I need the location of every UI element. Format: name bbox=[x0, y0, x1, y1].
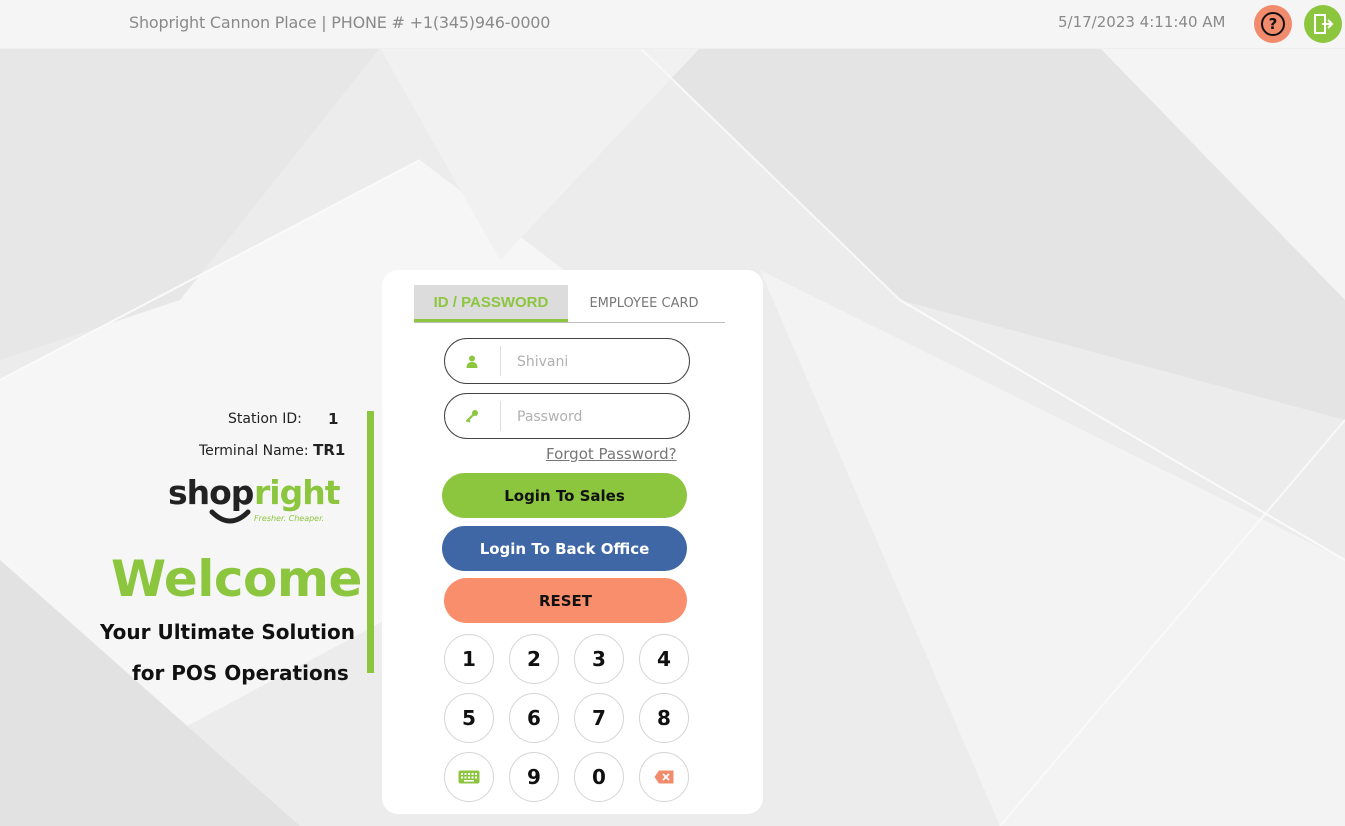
login-to-back-office-button[interactable]: Login To Back Office bbox=[442, 526, 687, 571]
logo-text-right: right bbox=[254, 473, 341, 512]
keypad-key-5[interactable]: 5 bbox=[444, 693, 494, 743]
username-input[interactable] bbox=[515, 349, 679, 375]
login-to-sales-button[interactable]: Login To Sales bbox=[442, 473, 687, 518]
key-icon bbox=[463, 407, 481, 425]
station-value: 1 bbox=[328, 410, 339, 428]
tab-id-password[interactable]: ID / PASSWORD bbox=[414, 285, 568, 322]
keypad-key-2[interactable]: 2 bbox=[509, 634, 559, 684]
forgot-password-link[interactable]: Forgot Password? bbox=[546, 445, 677, 463]
svg-text:?: ? bbox=[1269, 15, 1278, 33]
reset-button[interactable]: RESET bbox=[444, 578, 687, 623]
keypad-key-0[interactable]: 0 bbox=[574, 752, 624, 802]
terminal-name: Terminal Name: TR1 bbox=[199, 441, 345, 459]
password-field bbox=[444, 393, 690, 439]
store-info: Shopright Cannon Place | PHONE # +1(345)… bbox=[129, 13, 551, 32]
login-card: ID / PASSWORD EMPLOYEE CARD Forgot Passw… bbox=[382, 270, 763, 814]
top-bar: Shopright Cannon Place | PHONE # +1(345)… bbox=[0, 0, 1345, 49]
backspace-icon bbox=[654, 770, 674, 784]
terminal-label: Terminal Name: bbox=[199, 443, 309, 459]
keypad-key-3[interactable]: 3 bbox=[574, 634, 624, 684]
login-tabs: ID / PASSWORD EMPLOYEE CARD bbox=[414, 285, 725, 323]
keypad-key-7[interactable]: 7 bbox=[574, 693, 624, 743]
terminal-value: TR1 bbox=[313, 441, 346, 459]
tagline-line2: for POS Operations bbox=[132, 661, 349, 685]
tagline-line1: Your Ultimate Solution bbox=[100, 620, 356, 644]
keypad-key-6[interactable]: 6 bbox=[509, 693, 559, 743]
tab-employee-card[interactable]: EMPLOYEE CARD bbox=[574, 285, 714, 321]
datetime: 5/17/2023 4:11:40 AM bbox=[1058, 13, 1226, 31]
logo-text-shop: shop bbox=[168, 473, 254, 512]
username-field bbox=[444, 338, 690, 384]
keyboard-icon bbox=[458, 770, 480, 784]
keypad-keyboard-button[interactable] bbox=[444, 752, 494, 802]
keypad-key-8[interactable]: 8 bbox=[639, 693, 689, 743]
logout-door-icon bbox=[1314, 14, 1334, 34]
help-button[interactable]: ? bbox=[1254, 5, 1292, 43]
shopright-logo: shop right Fresher. Cheaper. bbox=[168, 473, 342, 524]
keypad-key-9[interactable]: 9 bbox=[509, 752, 559, 802]
password-input[interactable] bbox=[515, 404, 679, 430]
keypad-key-4[interactable]: 4 bbox=[639, 634, 689, 684]
question-circle-icon: ? bbox=[1261, 12, 1285, 36]
keypad-key-1[interactable]: 1 bbox=[444, 634, 494, 684]
logo-tagline: Fresher. Cheaper. bbox=[254, 514, 324, 523]
station-label: Station ID: bbox=[228, 411, 302, 427]
keypad-backspace-button[interactable] bbox=[639, 752, 689, 802]
logout-button[interactable] bbox=[1304, 5, 1342, 43]
user-icon bbox=[463, 352, 481, 370]
accent-divider bbox=[367, 411, 374, 673]
welcome-heading: Welcome bbox=[111, 550, 362, 608]
